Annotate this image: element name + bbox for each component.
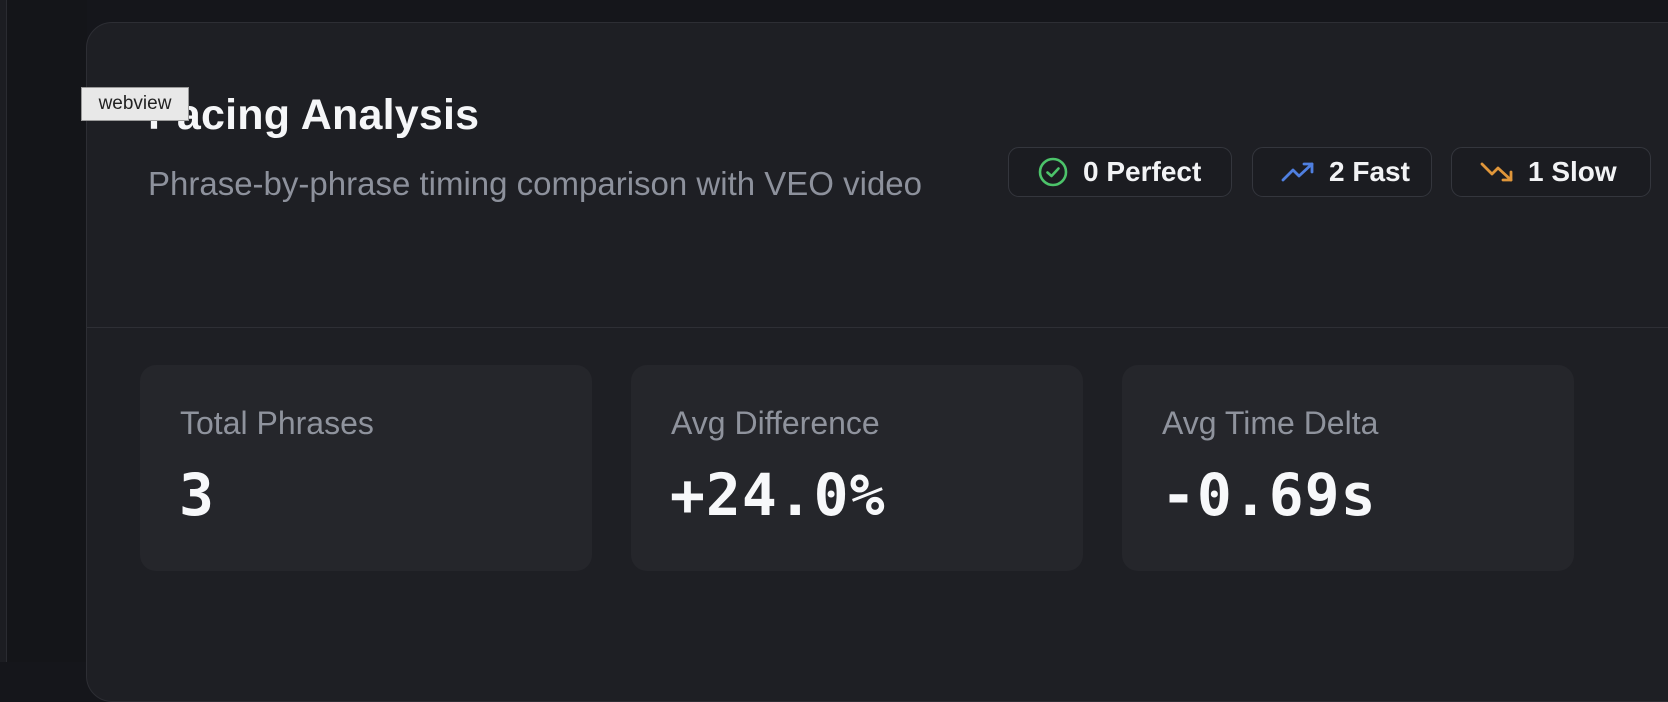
trending-up-icon: [1281, 162, 1314, 182]
trending-down-icon: [1480, 162, 1513, 182]
window-edge: [0, 0, 7, 662]
stat-label: Avg Difference: [671, 405, 880, 441]
avg-time-delta-card: Avg Time Delta -0.69s: [1122, 365, 1574, 571]
panel-header: Pacing Analysis Phrase-by-phrase timing …: [87, 23, 1668, 328]
webview-label-tag: webview: [81, 87, 189, 121]
stat-label: Avg Time Delta: [1162, 405, 1379, 441]
slow-count-badge: 1 Slow: [1451, 147, 1651, 197]
page-subtitle: Phrase-by-phrase timing comparison with …: [148, 165, 923, 202]
avg-difference-card: Avg Difference +24.0%: [631, 365, 1083, 571]
slow-count-label: 1 Slow: [1528, 156, 1617, 187]
page-title: Pacing Analysis: [148, 91, 480, 139]
perfect-count-label: 0 Perfect: [1083, 156, 1202, 187]
side-gutter: [7, 0, 87, 662]
perfect-count-badge: 0 Perfect: [1008, 147, 1232, 197]
stat-label: Total Phrases: [180, 405, 374, 441]
check-circle-icon: [1038, 157, 1068, 187]
stat-value: 3: [179, 461, 215, 529]
stat-value: -0.69s: [1161, 461, 1377, 529]
fast-count-label: 2 Fast: [1329, 156, 1410, 187]
fast-count-badge: 2 Fast: [1252, 147, 1432, 197]
total-phrases-card: Total Phrases 3: [140, 365, 592, 571]
pacing-analysis-panel: Pacing Analysis Phrase-by-phrase timing …: [86, 22, 1668, 702]
stat-value: +24.0%: [670, 461, 886, 529]
